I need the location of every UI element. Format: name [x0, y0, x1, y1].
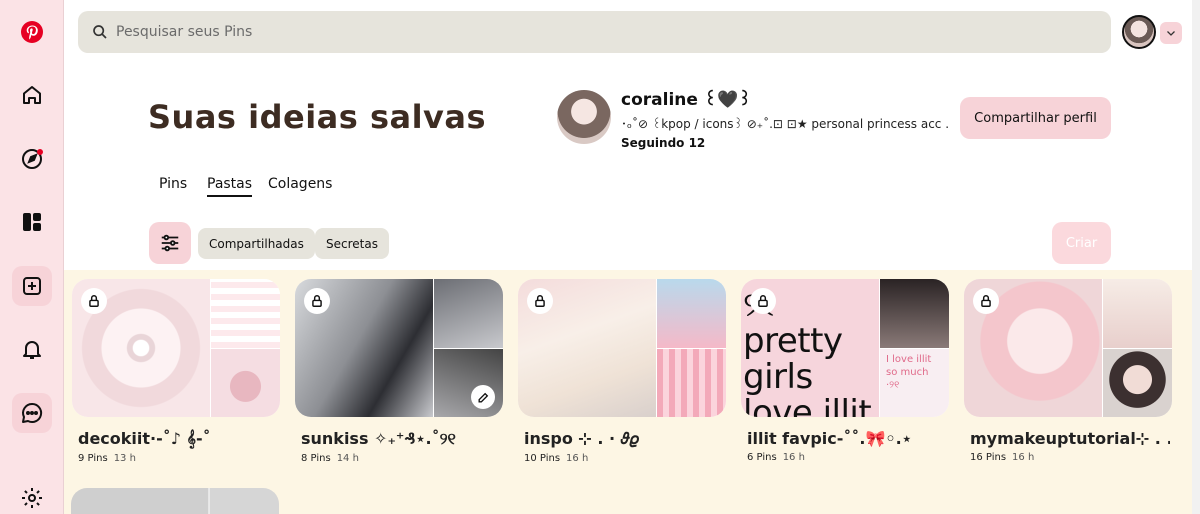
board-cover[interactable] — [964, 279, 1172, 417]
scrollbar[interactable] — [1192, 0, 1200, 514]
search-bar[interactable] — [78, 11, 1111, 53]
create-button[interactable]: Criar — [1052, 222, 1111, 264]
board-cover-image: I love illit so much ·୨୧ — [880, 348, 949, 417]
filter-shared-chip[interactable]: Compartilhadas — [198, 228, 315, 259]
board-cover-image — [657, 279, 726, 348]
tab-pins[interactable]: Pins — [159, 176, 187, 192]
board-cover-image — [1103, 348, 1172, 417]
board-pin-count: 10 Pins — [524, 453, 561, 464]
board-card[interactable]: decokiit·-˚♪ 𝄞-˚ 9 Pins 13 h — [72, 279, 280, 464]
board-cover[interactable] — [518, 279, 726, 417]
board-cover-image — [211, 348, 280, 417]
lock-icon — [527, 288, 553, 314]
board-cover-text: I love illit so much ·୨୧ — [886, 353, 932, 391]
board-card[interactable]: sunkiss ✧₊⁺₰⋆.˚୨୧ 8 Pins 14 h — [295, 279, 503, 464]
lock-icon — [304, 288, 330, 314]
board-meta: 16 Pins 16 h — [970, 452, 1172, 463]
profile-bio: ･ₒ˚⊘ ꒰kpop / icons꒱ ⊘₊˚.⊡ ⊡★ personal pr… — [621, 117, 950, 131]
board-cover-image — [211, 279, 280, 348]
tab-colagens[interactable]: Colagens — [268, 176, 332, 192]
search-icon — [93, 25, 107, 39]
board-title: sunkiss ✧₊⁺₰⋆.˚୨୧ — [301, 429, 456, 448]
filter-button[interactable] — [149, 222, 191, 264]
page-title: Suas ideias salvas — [148, 98, 487, 136]
lock-icon — [750, 288, 776, 314]
home-icon[interactable] — [12, 75, 52, 115]
chevron-down-icon — [1167, 31, 1175, 36]
board-card[interactable] — [71, 488, 279, 514]
profile-following[interactable]: Seguindo 12 — [621, 136, 705, 150]
board-cover[interactable] — [72, 279, 280, 417]
board-meta: 10 Pins 16 h — [524, 453, 726, 464]
board-card[interactable]: ୨୧ pretty girls love illit I love illit … — [741, 279, 949, 463]
boards-icon[interactable] — [12, 202, 52, 242]
board-updated-time: 13 h — [113, 453, 136, 464]
pinterest-logo-icon[interactable] — [12, 12, 52, 52]
board-title: mymakeuptutorial⊹ . . — [970, 429, 1170, 448]
board-updated-time: 16 h — [782, 452, 805, 463]
board-cover-image — [434, 279, 503, 348]
board-cover[interactable]: ୨୧ pretty girls love illit I love illit … — [741, 279, 949, 417]
board-cover-image — [657, 348, 726, 417]
board-cover-image — [1103, 279, 1172, 348]
pencil-icon — [477, 392, 488, 403]
profile-name: coraline ꒰🖤꒱ — [621, 90, 752, 110]
board-meta: 8 Pins 14 h — [301, 453, 503, 464]
edit-board-button[interactable] — [471, 385, 495, 409]
account-menu-button[interactable] — [1160, 22, 1182, 44]
board-meta: 9 Pins 13 h — [78, 453, 280, 464]
board-updated-time: 16 h — [566, 453, 589, 464]
lock-icon — [81, 288, 107, 314]
profile-avatar[interactable] — [557, 90, 611, 144]
board-card[interactable]: mymakeuptutorial⊹ . . 16 Pins 16 h — [964, 279, 1172, 463]
sliders-icon — [161, 234, 179, 252]
lock-icon — [973, 288, 999, 314]
board-card[interactable]: inspo ⊹ . ⋅ 𝜗𝜚 10 Pins 16 h — [518, 279, 726, 464]
board-cover[interactable] — [295, 279, 503, 417]
board-pin-count: 6 Pins — [747, 452, 777, 463]
board-title: decokiit·-˚♪ 𝄞-˚ — [78, 429, 211, 448]
board-title: inspo ⊹ . ⋅ 𝜗𝜚 — [524, 429, 639, 448]
board-pin-count: 8 Pins — [301, 453, 331, 464]
board-cover-image — [434, 348, 503, 417]
sidebar — [0, 0, 64, 514]
messages-icon[interactable] — [12, 393, 52, 433]
board-pin-count: 9 Pins — [78, 453, 108, 464]
board-updated-time: 16 h — [1012, 452, 1035, 463]
user-avatar[interactable] — [1122, 15, 1156, 49]
board-updated-time: 14 h — [336, 453, 359, 464]
explore-icon[interactable] — [12, 139, 52, 179]
search-input[interactable] — [116, 24, 1016, 40]
board-cover-image — [880, 279, 949, 348]
board-meta: 6 Pins 16 h — [747, 452, 949, 463]
tab-pastas[interactable]: Pastas — [207, 176, 253, 197]
notifications-icon[interactable] — [12, 329, 52, 369]
board-title: illit favpic-˚˚.🎀◦.⋆ — [747, 429, 912, 448]
share-profile-button[interactable]: Compartilhar perfil — [960, 97, 1111, 139]
create-icon[interactable] — [12, 266, 52, 306]
settings-icon[interactable] — [12, 478, 52, 514]
filter-secret-chip[interactable]: Secretas — [315, 228, 389, 259]
board-pin-count: 16 Pins — [970, 452, 1007, 463]
